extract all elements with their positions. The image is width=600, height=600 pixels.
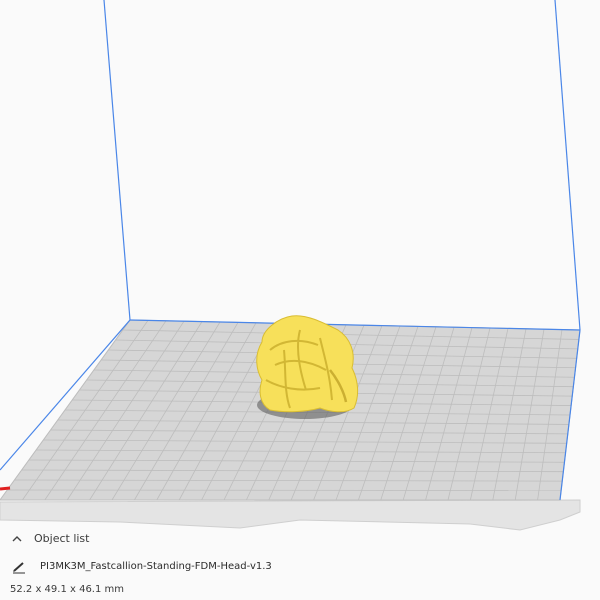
grid-line bbox=[7, 489, 562, 491]
build-volume-scene[interactable] bbox=[0, 0, 600, 600]
3d-viewport[interactable] bbox=[0, 0, 600, 600]
object-list-item[interactable]: PI3MK3M_Fastcallion-Standing-FDM-Head-v1… bbox=[0, 557, 420, 577]
object-list-label: Object list bbox=[34, 532, 90, 545]
chevron-up-icon bbox=[12, 536, 22, 542]
build-plate-underside bbox=[0, 499, 581, 531]
object-dimensions: 52.2 x 49.1 x 46.1 mm bbox=[10, 584, 125, 595]
object-list-toggle[interactable]: Object list bbox=[0, 528, 300, 550]
object-name: PI3MK3M_Fastcallion-Standing-FDM-Head-v1… bbox=[40, 561, 272, 572]
x-axis-indicator bbox=[0, 486, 11, 491]
pencil-icon bbox=[13, 562, 25, 574]
